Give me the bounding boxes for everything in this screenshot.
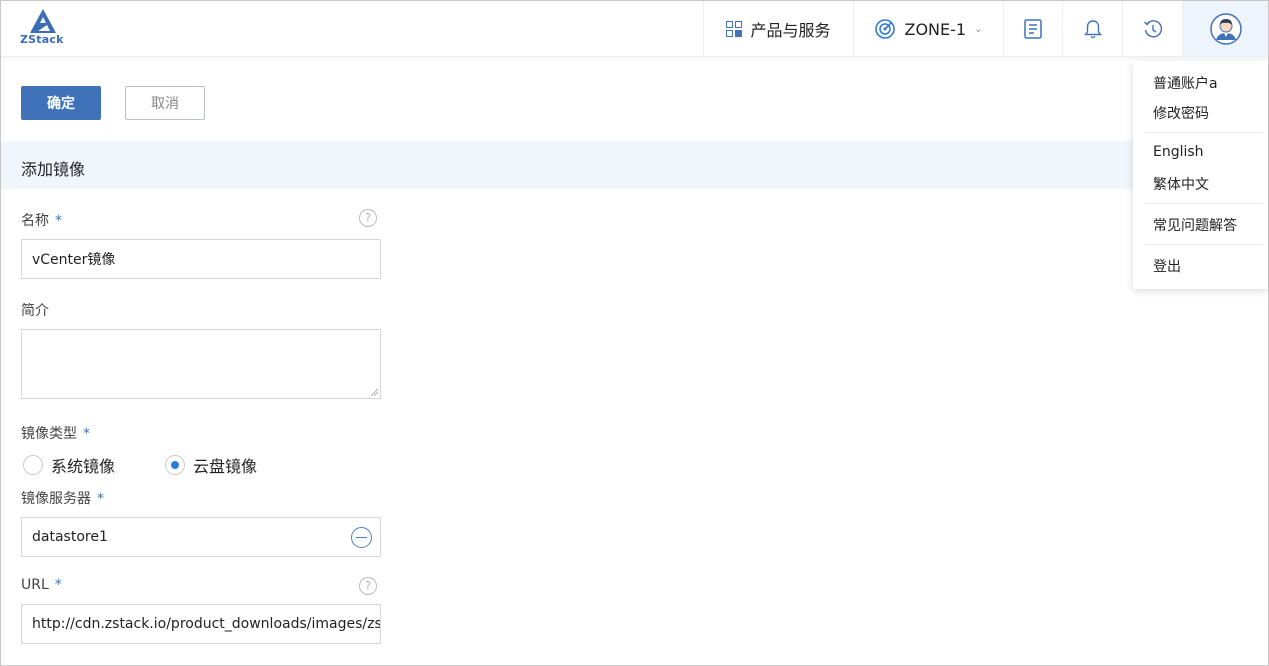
radar-icon <box>874 19 895 39</box>
avatar-icon <box>1209 13 1242 45</box>
description-textarea[interactable] <box>21 329 381 399</box>
required-mark: * <box>97 491 104 507</box>
description-label: 简介 <box>21 303 49 319</box>
history-button[interactable] <box>1122 1 1182 57</box>
backup-storage-field[interactable]: datastore1 <box>21 517 381 557</box>
bell-icon <box>1083 20 1102 39</box>
zone-selector[interactable]: ZONE-1 ⌄ <box>853 1 1003 57</box>
confirm-button[interactable]: 确定 <box>21 86 101 120</box>
user-menu-button[interactable] <box>1182 1 1268 57</box>
logo-icon <box>30 9 56 33</box>
cancel-button[interactable]: 取消 <box>125 86 205 120</box>
logo-text: ZStack <box>20 33 64 46</box>
history-icon <box>1143 20 1162 38</box>
menu-item-logout[interactable]: 登出 <box>1153 256 1181 276</box>
required-mark: * <box>83 426 90 442</box>
name-label-text: 名称 <box>21 213 49 229</box>
help-icon[interactable]: ? <box>359 209 377 227</box>
url-input[interactable]: http://cdn.zstack.io/product_downloads/i… <box>21 604 381 644</box>
notification-button[interactable] <box>1062 1 1122 57</box>
required-mark: * <box>55 213 62 229</box>
url-label-text: URL <box>21 577 49 593</box>
radio-system-image[interactable]: 系统镜像 <box>23 453 115 477</box>
section-header <box>1 141 1268 189</box>
remove-icon[interactable] <box>351 527 372 548</box>
name-label: 名称 * <box>21 210 62 230</box>
products-services-label: 产品与服务 <box>750 21 831 40</box>
resize-grip-icon[interactable] <box>370 388 378 396</box>
section-title: 添加镜像 <box>21 160 86 179</box>
menu-item-faq[interactable]: 常见问题解答 <box>1153 215 1237 235</box>
top-navigation-bar: ZStack 产品与服务 ZONE-1 ⌄ <box>1 1 1268 57</box>
document-icon <box>1024 19 1042 39</box>
products-services-menu[interactable]: 产品与服务 <box>703 1 853 57</box>
menu-divider <box>1145 244 1263 245</box>
document-button[interactable] <box>1003 1 1062 57</box>
menu-item-traditional-chinese[interactable]: 繁体中文 <box>1153 174 1209 194</box>
url-label: URL * <box>21 577 62 593</box>
required-mark: * <box>54 577 62 593</box>
menu-item-account[interactable]: 普通账户a <box>1153 73 1218 93</box>
radio-volume-image[interactable]: 云盘镜像 <box>165 453 257 477</box>
zone-label: ZONE-1 <box>904 19 967 39</box>
radio-button-unselected[interactable] <box>23 455 43 475</box>
user-dropdown-menu: 普通账户a 修改密码 English 繁体中文 常见问题解答 登出 <box>1133 61 1268 289</box>
menu-divider <box>1145 132 1263 133</box>
radio-system-image-label: 系统镜像 <box>51 457 116 476</box>
name-input[interactable]: vCenter镜像 <box>21 239 381 279</box>
menu-item-change-password[interactable]: 修改密码 <box>1153 103 1209 123</box>
image-type-label-text: 镜像类型 <box>21 426 77 442</box>
image-type-label: 镜像类型 * <box>21 423 90 443</box>
backup-storage-label-text: 镜像服务器 <box>21 491 91 507</box>
zstack-logo[interactable]: ZStack <box>20 7 70 49</box>
grid-icon <box>726 21 743 37</box>
chevron-down-icon: ⌄ <box>974 23 983 35</box>
backup-storage-label: 镜像服务器 * <box>21 488 104 508</box>
menu-divider <box>1145 203 1263 204</box>
radio-button-selected[interactable] <box>165 455 185 475</box>
help-icon[interactable]: ? <box>359 577 377 595</box>
radio-volume-image-label: 云盘镜像 <box>193 457 258 476</box>
menu-item-english[interactable]: English <box>1153 144 1204 160</box>
